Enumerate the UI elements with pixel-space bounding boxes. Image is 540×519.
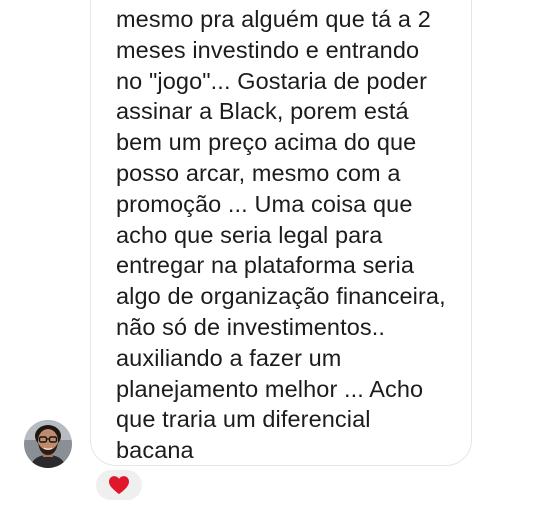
heart-reaction[interactable] <box>96 470 142 500</box>
heart-icon <box>109 476 129 495</box>
sender-avatar[interactable] <box>24 420 72 468</box>
avatar-photo-icon <box>24 420 72 468</box>
message-text: mesmo pra alguém que tá a 2 meses invest… <box>116 6 446 464</box>
